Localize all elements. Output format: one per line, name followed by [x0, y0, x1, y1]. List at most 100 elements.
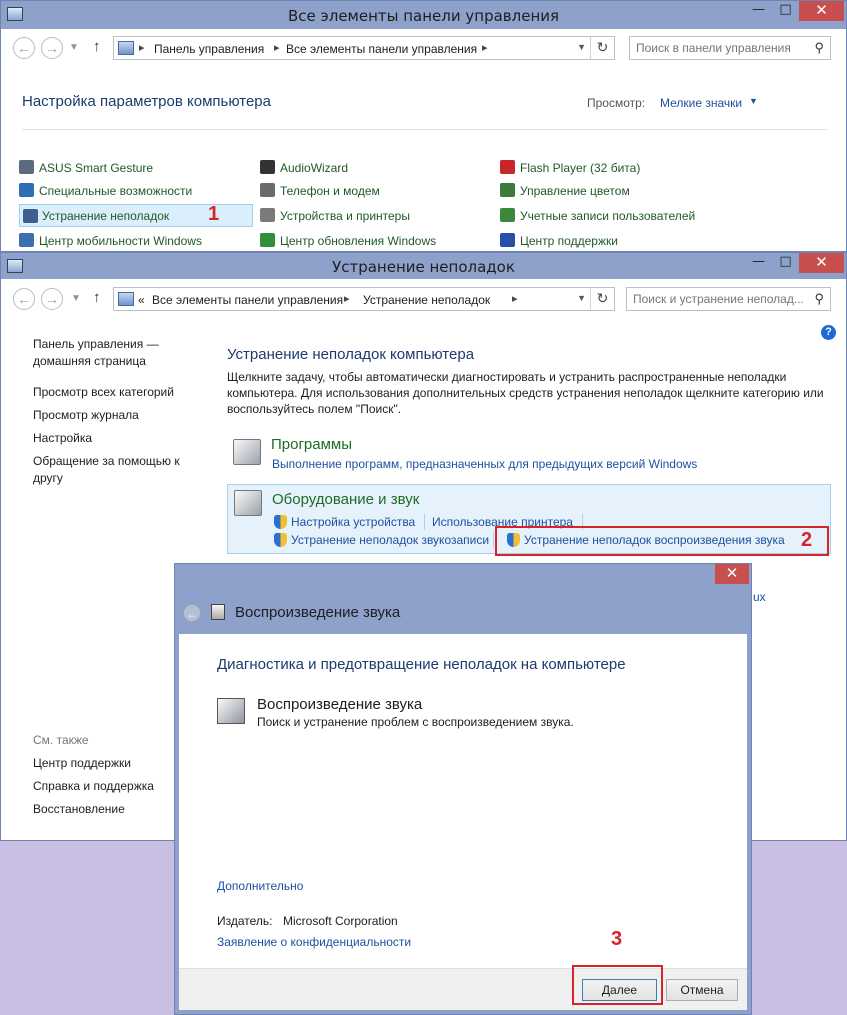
close-button[interactable]: ✕ — [799, 253, 844, 273]
title-bar[interactable]: Устранение неполадок — □ ✕ — [1, 253, 846, 279]
search-box[interactable]: ⚲ — [629, 36, 831, 60]
breadcrumb-control-panel[interactable]: Панель управления — [154, 42, 264, 56]
window-title: Все элементы панели управления — [287, 7, 560, 25]
cp-item[interactable]: ASUS Smart Gesture — [19, 156, 253, 179]
cancel-button[interactable]: Отмена — [666, 979, 738, 1001]
cp-item[interactable]: AudioWizard — [260, 156, 490, 179]
publisher-label: Издатель: — [217, 914, 273, 928]
troubleshooter-description: Поиск и устранение проблем с воспроизвед… — [257, 715, 574, 729]
forward-button[interactable]: → — [41, 37, 63, 59]
category-title[interactable]: Программы — [271, 436, 352, 453]
step-2-highlight — [495, 526, 829, 556]
sidebar-history[interactable]: Просмотр журнала — [33, 407, 139, 424]
minimize-button[interactable]: — — [745, 1, 772, 21]
sidebar-settings[interactable]: Настройка — [33, 430, 92, 447]
see-also-label: См. также — [33, 733, 89, 747]
cp-item[interactable]: Центр мобильности Windows — [19, 229, 253, 252]
dialog-title-bar[interactable]: ✕ ← Воспроизведение звука — [175, 564, 751, 634]
sidebar-get-help-from-friend[interactable]: Обращение за помощью к другу — [33, 453, 180, 487]
dialog-back-button[interactable]: ← — [183, 604, 201, 622]
cp-item-label: Flash Player (32 бита) — [520, 161, 641, 175]
view-chevron-down-icon[interactable]: ▼ — [749, 96, 758, 106]
forward-button[interactable]: → — [41, 288, 63, 310]
partially-hidden-link[interactable]: ux — [753, 590, 766, 604]
programs-icon — [233, 439, 261, 465]
cp-item-label: Учетные записи пользователей — [520, 209, 696, 223]
cp-item[interactable]: Центр поддержки — [500, 229, 800, 252]
cp-item[interactable]: Центр обновления Windows — [260, 229, 490, 252]
window-title: Устранение неполадок — [332, 258, 515, 276]
cp-item-label: Устройства и принтеры — [280, 209, 410, 223]
cp-item[interactable]: Flash Player (32 бита) — [500, 156, 800, 179]
troubleshoot-folder-icon — [118, 292, 134, 306]
up-button[interactable]: ↑ — [93, 38, 101, 55]
cp-item-label: Управление цветом — [520, 184, 630, 198]
cp-item[interactable]: Специальные возможности — [19, 179, 253, 202]
cp-item[interactable]: Управление цветом — [500, 179, 800, 202]
cp-item[interactable]: Телефон и модем — [260, 179, 490, 202]
cp-item-label: Центр поддержки — [520, 234, 618, 248]
page-title: Настройка параметров компьютера — [22, 93, 271, 110]
back-button[interactable]: ← — [13, 37, 35, 59]
step-3-marker: 3 — [611, 928, 623, 950]
sidebar-home-link[interactable]: Панель управления — домашняя страница — [33, 336, 159, 370]
up-button[interactable]: ↑ — [93, 289, 101, 306]
cp-item[interactable]: Учетные записи пользователей — [500, 204, 800, 227]
privacy-statement-link[interactable]: Заявление о конфиденциальности — [217, 935, 411, 949]
troubleshoot-icon — [23, 209, 38, 223]
search-box[interactable]: ⚲ — [626, 287, 831, 311]
cp-item-label: Устранение неполадок — [42, 209, 170, 223]
close-button[interactable]: ✕ — [799, 1, 844, 21]
search-input[interactable] — [633, 292, 806, 306]
category-programs[interactable]: Программы Выполнение программ, предназна… — [227, 434, 831, 474]
cp-item-label: Телефон и модем — [280, 184, 380, 198]
address-row: ← → ▼ ↑ ▸ Панель управления ▸ Все элемен… — [1, 29, 846, 67]
category-title[interactable]: Оборудование и звук — [272, 491, 419, 508]
configure-device-link[interactable]: Настройка устройства — [291, 515, 415, 529]
programs-compat-link[interactable]: Выполнение программ, предназначенных для… — [272, 457, 697, 471]
sidebar-recovery[interactable]: Восстановление — [33, 801, 125, 818]
address-bar[interactable]: ▸ Панель управления ▸ Все элементы панел… — [113, 36, 615, 60]
address-dropdown-icon[interactable]: ▼ — [577, 42, 586, 52]
breadcrumb-all-items[interactable]: Все элементы панели управления — [152, 293, 343, 307]
audio-wizard-icon — [260, 160, 275, 174]
troubleshooter-name: Воспроизведение звука — [257, 696, 423, 713]
recent-pages-chevron-icon[interactable]: ▼ — [69, 42, 79, 53]
close-button[interactable]: ✕ — [715, 564, 749, 584]
title-bar[interactable]: Все элементы панели управления — □ ✕ — [1, 1, 846, 29]
dialog-title: Воспроизведение звука — [235, 604, 401, 621]
breadcrumb-overflow[interactable]: « — [138, 293, 145, 307]
sidebar-all-categories[interactable]: Просмотр всех категорий — [33, 384, 174, 401]
recent-pages-chevron-icon[interactable]: ▼ — [71, 293, 81, 304]
sidebar-help-support[interactable]: Справка и поддержка — [33, 778, 154, 795]
breadcrumb-troubleshooting[interactable]: Устранение неполадок — [363, 293, 490, 307]
help-icon[interactable]: ? — [821, 325, 836, 340]
speaker-icon — [217, 698, 245, 724]
search-icon[interactable]: ⚲ — [814, 291, 824, 307]
address-bar[interactable]: « Все элементы панели управления ▸ Устра… — [113, 287, 615, 311]
search-input[interactable] — [636, 41, 806, 55]
mobility-icon — [19, 233, 34, 247]
address-row: ← → ▼ ↑ « Все элементы панели управления… — [1, 281, 846, 319]
uac-shield-icon — [274, 515, 287, 529]
printer-icon — [260, 208, 275, 222]
divider — [22, 129, 828, 130]
back-button[interactable]: ← — [13, 288, 35, 310]
accessibility-icon — [19, 183, 34, 197]
step-2-marker: 2 — [801, 529, 813, 551]
cp-item[interactable]: Устройства и принтеры — [260, 204, 490, 227]
sidebar-action-center[interactable]: Центр поддержки — [33, 755, 131, 772]
refresh-button[interactable]: ↻ — [590, 37, 614, 59]
search-icon[interactable]: ⚲ — [814, 40, 824, 56]
maximize-button[interactable]: □ — [772, 1, 799, 21]
address-dropdown-icon[interactable]: ▼ — [577, 293, 586, 303]
view-mode-dropdown[interactable]: Мелкие значки — [660, 96, 742, 110]
breadcrumb-all-items[interactable]: Все элементы панели управления — [286, 42, 477, 56]
cp-item-label: Центр мобильности Windows — [39, 234, 202, 248]
minimize-button[interactable]: — — [745, 253, 772, 273]
advanced-link[interactable]: Дополнительно — [217, 879, 303, 893]
refresh-button[interactable]: ↻ — [590, 288, 614, 310]
cp-item-label: AudioWizard — [280, 161, 349, 175]
maximize-button[interactable]: □ — [772, 253, 799, 273]
audio-recording-troubleshoot-link[interactable]: Устранение неполадок звукозаписи — [291, 533, 489, 547]
